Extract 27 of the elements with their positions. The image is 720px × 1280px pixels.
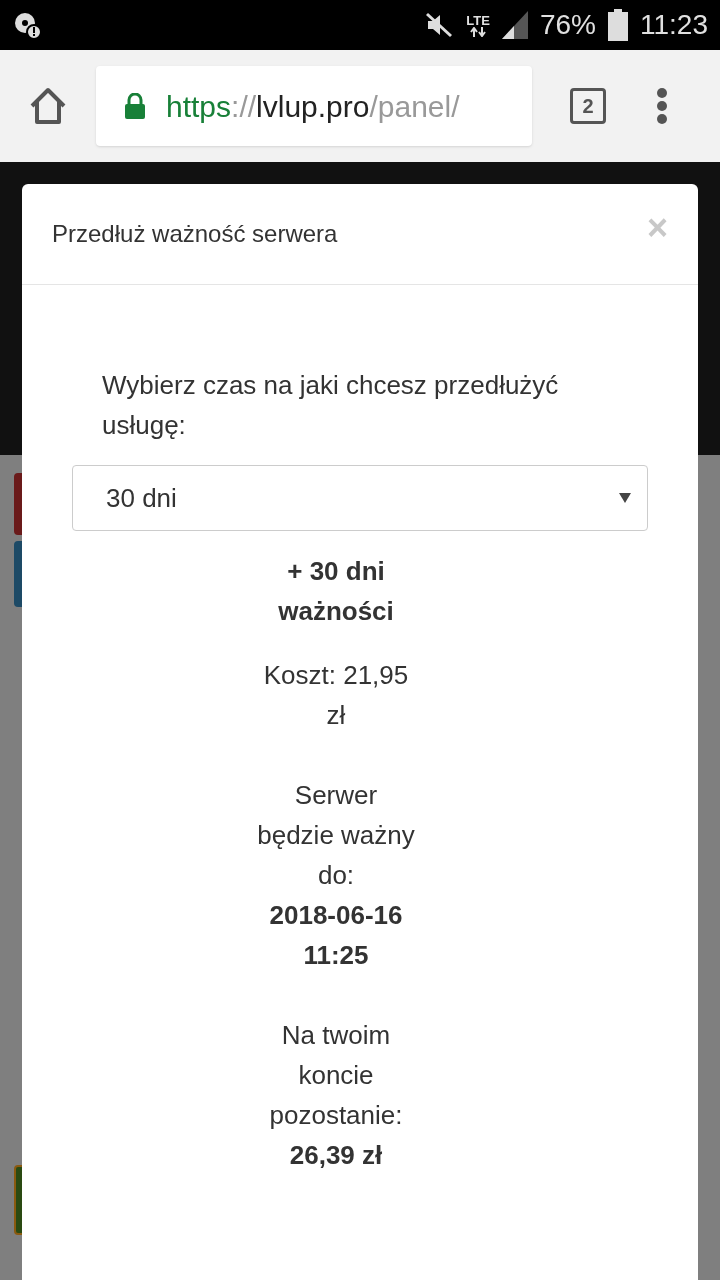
dropdown-caret-icon [619,493,631,503]
url-scheme: https [166,88,232,125]
valid-until-label: Serwer będzie ważny do: [256,779,416,892]
clock: 11:23 [640,8,708,42]
url-host: lvlup.pro [256,88,370,125]
menu-icon[interactable] [656,88,668,124]
home-icon[interactable] [28,86,68,126]
url-separator: :// [231,88,257,125]
signal-icon [501,11,528,39]
remaining-balance: 26,39 zł [288,1139,384,1172]
address-bar[interactable]: https://lvlup.pro/panel/ [96,66,532,146]
summary-text: Koszt: 21,95 zł [262,659,410,732]
modal-title: Przedłuż ważność serwera [52,219,338,249]
tab-count-button[interactable]: 2 [570,88,606,124]
summary-text: + 30 dni ważności [277,555,395,628]
data-arrows-icon [470,26,487,37]
network-type: LTE [466,13,490,27]
battery-percent: 76% [539,8,596,42]
url-path: /panel/ [369,88,460,125]
lock-icon [124,93,146,119]
alert-icon [12,10,42,40]
valid-until-date: 2018-06-16 11:25 [268,899,404,972]
duration-select[interactable]: 30 dni [72,465,648,531]
battery-icon [608,9,628,41]
prompt-text: Wybierz czas na jaki chcesz przedłużyć usługę: [101,369,560,442]
mute-icon [424,12,455,38]
remaining-label: Na twoim koncie pozostanie: [268,1019,404,1132]
